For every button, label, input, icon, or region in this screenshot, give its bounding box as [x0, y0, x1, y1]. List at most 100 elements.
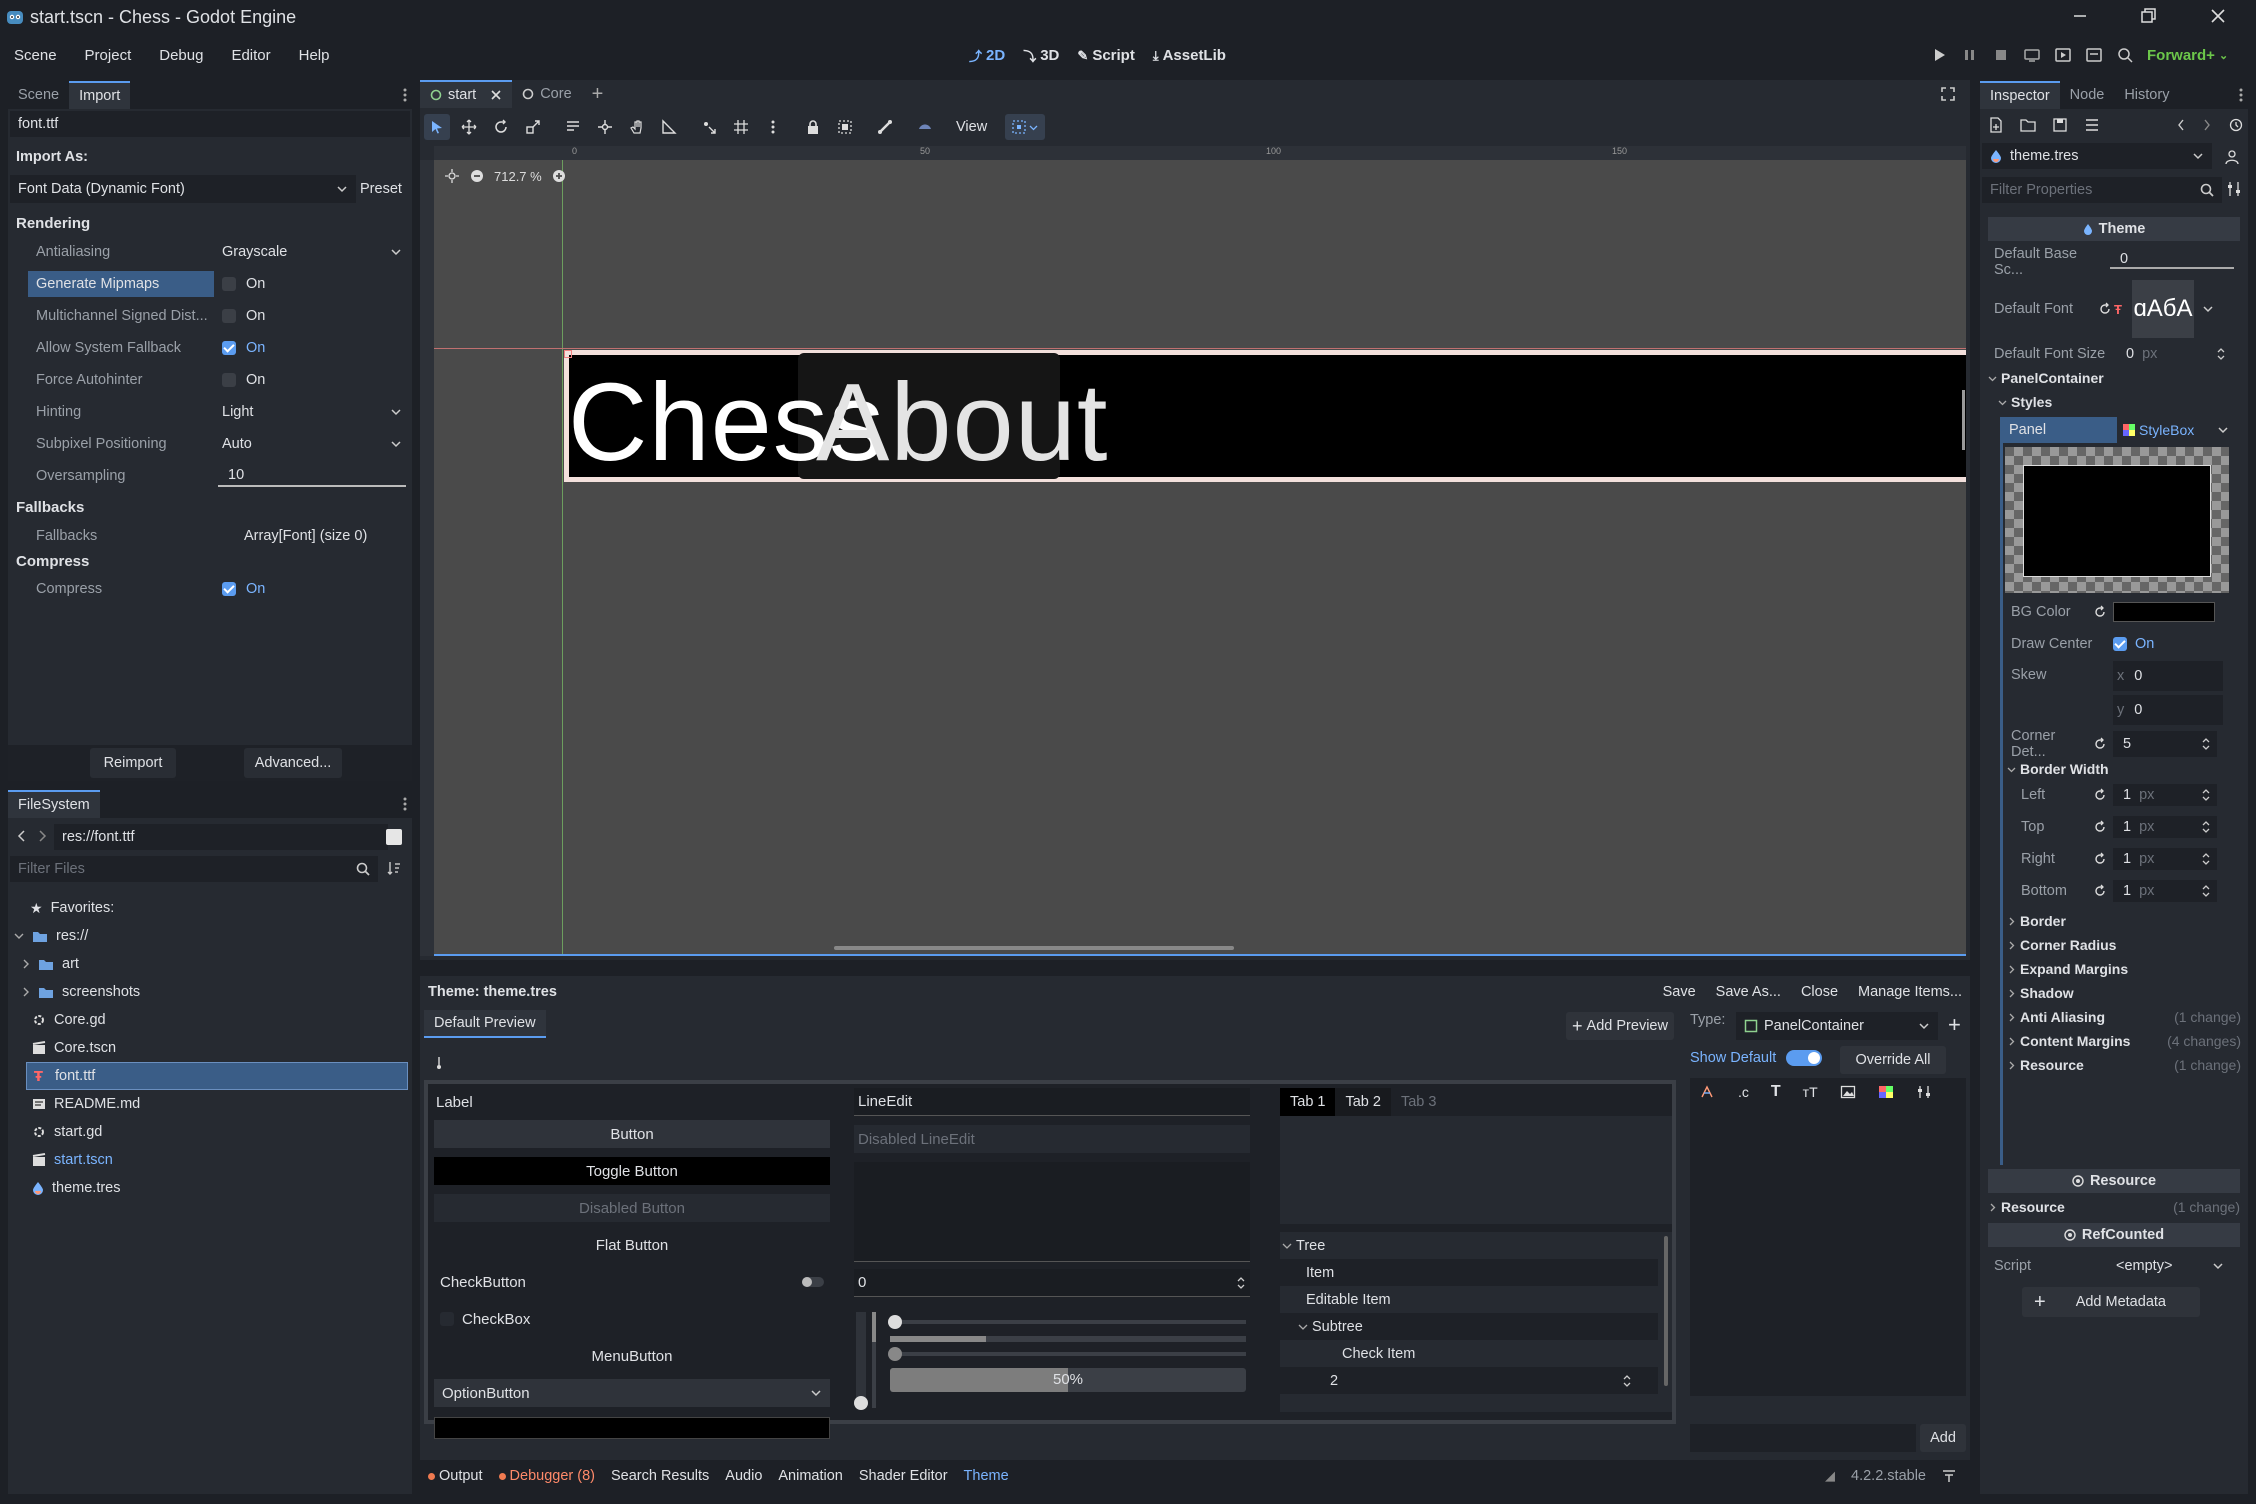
- layout-toggle-icon[interactable]: [386, 829, 402, 845]
- revert-icon[interactable]: [2098, 302, 2114, 316]
- filter-files-input[interactable]: Filter Files: [10, 856, 378, 882]
- canvas-scrollbar-horizontal[interactable]: [834, 946, 1234, 950]
- preview-hscrollbar[interactable]: [890, 1336, 1246, 1342]
- tree-editable-item[interactable]: Editable Item: [1280, 1286, 1672, 1313]
- type-settings-icon[interactable]: [1916, 1085, 1932, 1099]
- forward-icon[interactable]: [36, 829, 48, 843]
- pause-icon[interactable]: [1961, 46, 1979, 64]
- bone-icon[interactable]: [872, 114, 898, 140]
- preview-text-edit[interactable]: [854, 1162, 1250, 1262]
- revert-icon[interactable]: [2093, 884, 2113, 898]
- tab-theme[interactable]: Theme: [964, 1468, 1009, 1484]
- group-resource[interactable]: Resource (1 change): [1988, 1195, 2240, 1219]
- preview-check-button[interactable]: CheckButton: [434, 1268, 830, 1296]
- font-type-icon[interactable]: T: [1771, 1083, 1781, 1101]
- tab-node[interactable]: Node: [2060, 81, 2115, 109]
- group-border[interactable]: Border: [2007, 909, 2241, 933]
- new-resource-icon[interactable]: [1988, 117, 2004, 133]
- preview-spinbox[interactable]: 0: [854, 1269, 1250, 1297]
- menu-scene[interactable]: Scene: [0, 47, 71, 64]
- border-width-spinbox[interactable]: 1 px: [2113, 783, 2217, 806]
- tree-subtree[interactable]: Subtree: [1280, 1313, 1658, 1340]
- res-root-item[interactable]: res://: [8, 922, 412, 950]
- file-item[interactable]: Core.gd: [8, 1006, 412, 1034]
- zoom-level[interactable]: 712.7 %: [494, 169, 542, 184]
- fallbacks-array[interactable]: Array[Font] (size 0): [222, 528, 410, 544]
- preview-tab-3[interactable]: Tab 3: [1391, 1088, 1446, 1116]
- play-custom-scene-icon[interactable]: [2085, 46, 2103, 64]
- renderer-selector[interactable]: Forward+ ⌄: [2147, 47, 2228, 64]
- preview-tree[interactable]: Tree Item Editable Item Subtree Check It…: [1280, 1232, 1672, 1412]
- dock-menu-icon[interactable]: [2238, 86, 2244, 104]
- history-forward-icon[interactable]: [2202, 118, 2212, 132]
- group-anti-aliasing[interactable]: Anti Aliasing (1 change): [2007, 1005, 2241, 1029]
- preview-option-button[interactable]: OptionButton: [434, 1379, 830, 1407]
- group-panel-container[interactable]: PanelContainer: [1988, 367, 2104, 389]
- distraction-free-icon[interactable]: [1940, 86, 1956, 102]
- preset-button[interactable]: Preset: [360, 181, 402, 197]
- stylebox-type-icon[interactable]: [1878, 1085, 1894, 1099]
- scale-tool-icon[interactable]: [520, 114, 546, 140]
- add-metadata-button[interactable]: + Add Metadata: [2022, 1287, 2200, 1317]
- add-item-button[interactable]: Add: [1920, 1424, 1966, 1452]
- resource-path[interactable]: theme.tres: [1982, 143, 2212, 169]
- center-view-icon[interactable]: [444, 168, 460, 184]
- revert-icon[interactable]: [2093, 788, 2113, 802]
- tab-scene[interactable]: Scene: [8, 81, 69, 109]
- group-corner-radius[interactable]: Corner Radius: [2007, 933, 2241, 957]
- dock-menu-icon[interactable]: [402, 795, 408, 813]
- add-type-icon[interactable]: +: [1948, 1014, 1961, 1036]
- mipmaps-checkbox[interactable]: On: [222, 276, 410, 292]
- tab-shader-editor[interactable]: Shader Editor: [859, 1468, 948, 1484]
- tree-item[interactable]: Item: [1280, 1259, 1658, 1286]
- preview-hslider-2[interactable]: [888, 1347, 1246, 1361]
- preview-button[interactable]: Button: [434, 1120, 830, 1148]
- rotate-tool-icon[interactable]: [488, 114, 514, 140]
- import-as-select[interactable]: Font Data (Dynamic Font): [10, 175, 356, 203]
- lock-icon[interactable]: [800, 114, 826, 140]
- expand-panel-icon[interactable]: [1942, 1469, 1956, 1483]
- zoom-in-icon[interactable]: [552, 169, 566, 183]
- theme-close-button[interactable]: Close: [1801, 984, 1838, 1000]
- manage-items-button[interactable]: Manage Items...: [1858, 984, 1962, 1000]
- object-properties-icon[interactable]: [2224, 149, 2240, 165]
- tab-history[interactable]: History: [2114, 81, 2179, 109]
- play-icon[interactable]: [1930, 46, 1948, 64]
- font-size-spinbox[interactable]: 0 px: [2126, 346, 2234, 362]
- default-font-preview[interactable]: ɑАбА: [2132, 280, 2194, 338]
- open-resource-icon[interactable]: [2020, 117, 2036, 133]
- theme-save-as-button[interactable]: Save As...: [1716, 984, 1781, 1000]
- add-item-input[interactable]: [1690, 1424, 1916, 1452]
- tree-range-item[interactable]: 2: [1280, 1367, 1658, 1394]
- ruler-tool-icon[interactable]: [656, 114, 682, 140]
- antialiasing-select[interactable]: Grayscale: [222, 244, 410, 260]
- list-select-icon[interactable]: [560, 114, 586, 140]
- theme-save-button[interactable]: Save: [1663, 984, 1696, 1000]
- scene-panel-container[interactable]: Chess About: [564, 350, 1966, 482]
- zoom-out-icon[interactable]: [470, 169, 484, 183]
- menu-debug[interactable]: Debug: [145, 47, 217, 64]
- workspace-assetlib-button[interactable]: ⤓ AssetLib: [1153, 47, 1226, 64]
- scene-tab-start[interactable]: start: [420, 80, 513, 108]
- show-default-toggle[interactable]: Show Default: [1690, 1050, 1823, 1066]
- add-tab-icon[interactable]: +: [582, 80, 614, 108]
- preview-menu-button[interactable]: MenuButton: [434, 1342, 830, 1370]
- grid-options-icon[interactable]: [1005, 114, 1046, 140]
- add-preview-button[interactable]: + Add Preview: [1566, 1012, 1674, 1040]
- path-field[interactable]: res://font.ttf: [54, 824, 388, 850]
- tab-output[interactable]: Output: [428, 1468, 483, 1484]
- tree-check-item[interactable]: Check Item: [1280, 1340, 1672, 1367]
- revert-icon[interactable]: [2093, 820, 2113, 834]
- preview-toggle-button[interactable]: Toggle Button: [434, 1157, 830, 1185]
- favorites-item[interactable]: ★ Favorites:: [8, 894, 412, 922]
- preview-line-edit[interactable]: LineEdit: [854, 1088, 1250, 1116]
- close-tab-icon[interactable]: [490, 89, 502, 101]
- stop-icon[interactable]: [1992, 46, 2010, 64]
- script-field[interactable]: <empty>: [2116, 1258, 2212, 1274]
- select-tool-icon[interactable]: [424, 114, 450, 140]
- save-resource-icon[interactable]: [2052, 117, 2068, 133]
- msdf-checkbox[interactable]: On: [222, 308, 410, 324]
- compress-checkbox[interactable]: On: [222, 581, 410, 597]
- group-resource[interactable]: Resource (1 change): [2007, 1053, 2241, 1077]
- picker-icon[interactable]: [434, 1056, 444, 1072]
